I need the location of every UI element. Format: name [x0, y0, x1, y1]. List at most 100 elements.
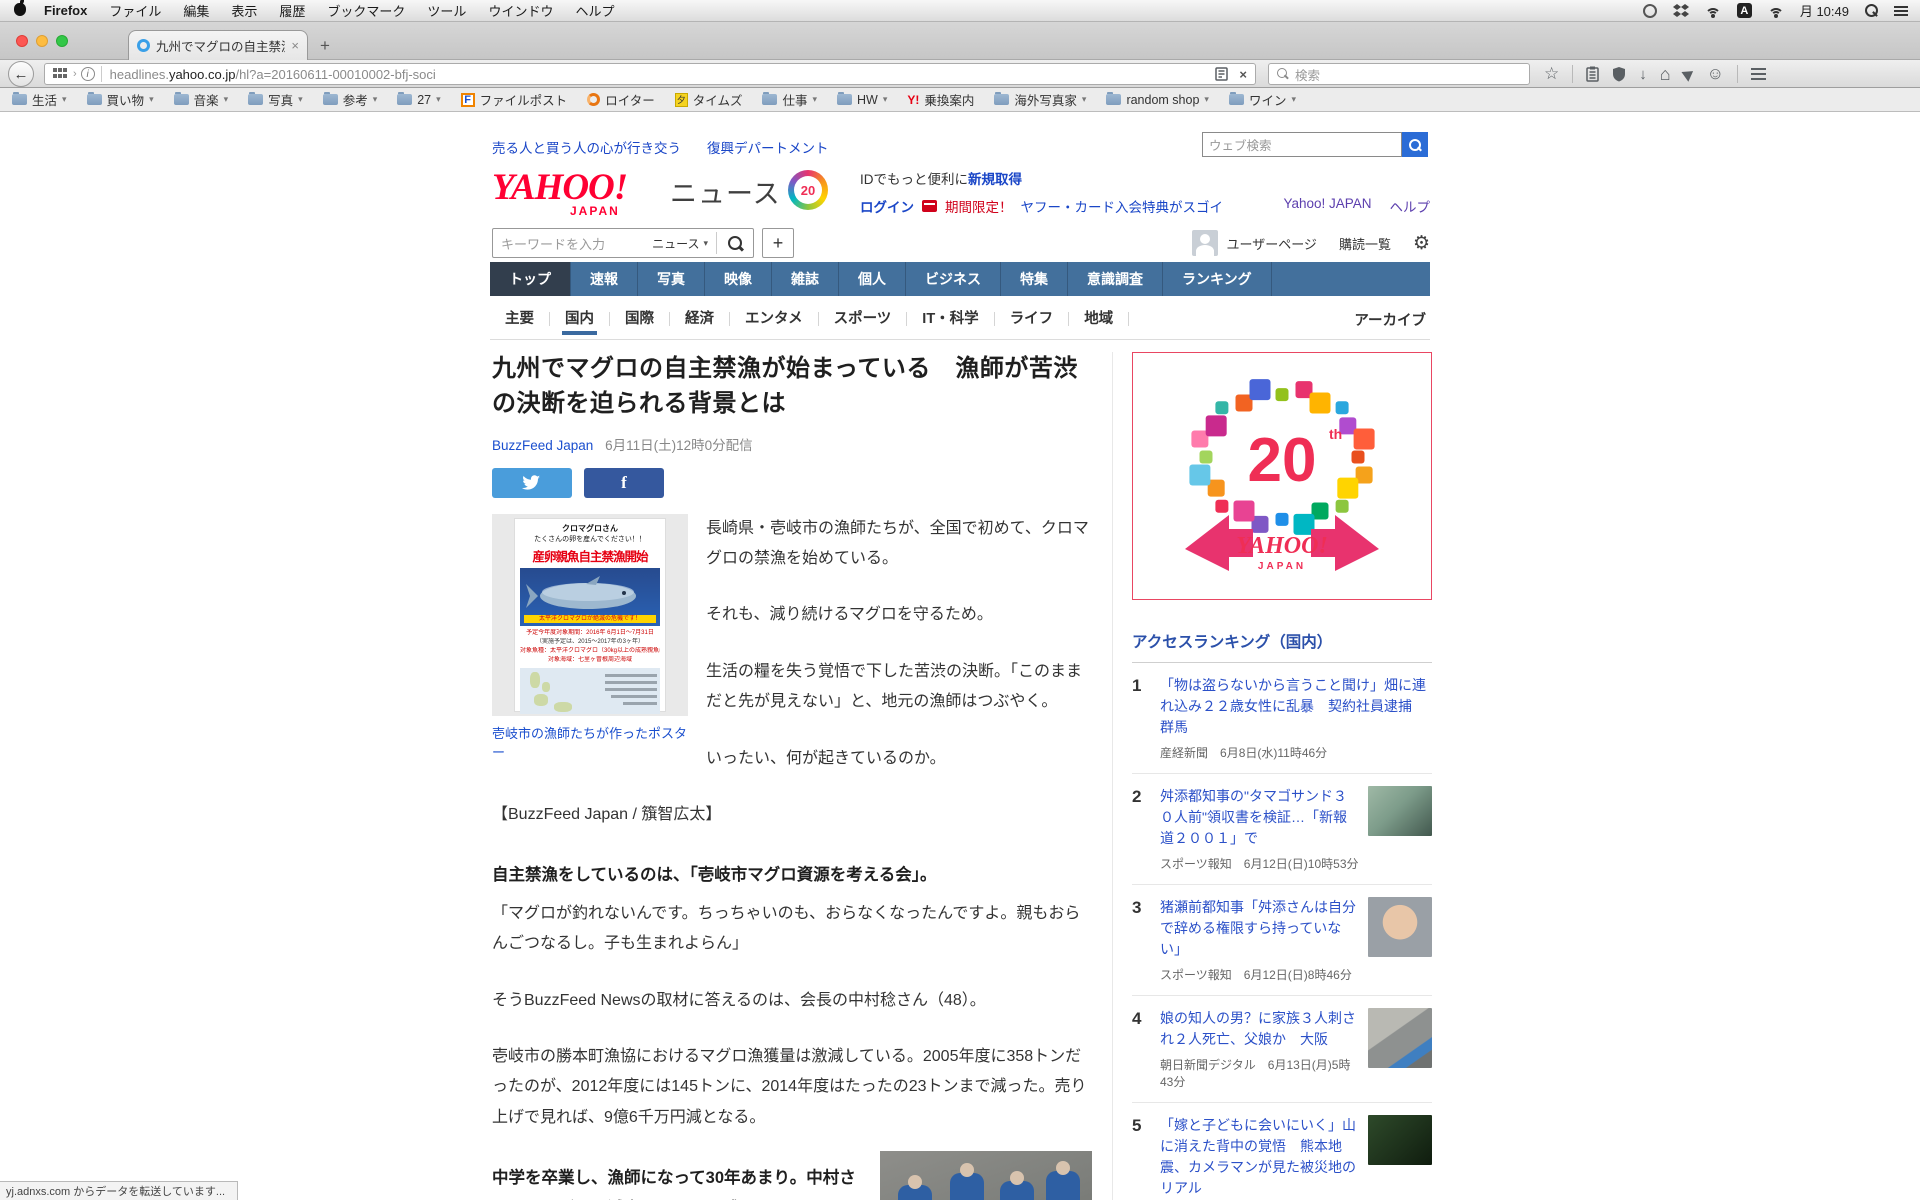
subnav-life[interactable]: ライフ — [995, 312, 1070, 327]
stop-button[interactable]: × — [1239, 67, 1247, 82]
bookmark-folder-ongaku[interactable]: 音楽▾ — [174, 90, 229, 109]
news-search-box[interactable]: キーワードを入力 ニュース ▾ — [492, 228, 754, 258]
feedback-smiley-icon[interactable]: ☺ — [1707, 64, 1724, 84]
subnav-chiiki[interactable]: 地域 — [1069, 312, 1129, 327]
yahoo-logo[interactable]: YAHOO! JAPAN — [492, 166, 627, 209]
nav-tab-photo[interactable]: 写真 — [638, 262, 705, 296]
back-button[interactable]: ← — [8, 61, 34, 87]
apple-menu-icon[interactable] — [14, 3, 26, 19]
add-search-tab-button[interactable]: + — [762, 228, 794, 258]
subscriptions-link[interactable]: 購読一覧 — [1339, 234, 1391, 253]
ranking-link[interactable]: 「物は盗らないから言うこと聞け」畑に連れ込み２２歳女性に乱暴 契約社員逮捕 群馬 — [1160, 675, 1432, 738]
nav-tab-sokuho[interactable]: 速報 — [571, 262, 638, 296]
close-window-button[interactable] — [16, 35, 28, 47]
category-select[interactable]: ニュース — [652, 235, 699, 252]
subnav-it[interactable]: IT・科学 — [907, 312, 994, 327]
promo-link-fukkou[interactable]: 復興デパートメント — [707, 137, 829, 157]
nav-tab-personal[interactable]: 個人 — [839, 262, 906, 296]
menu-firefox[interactable]: Firefox — [44, 3, 87, 18]
bookmark-reuters[interactable]: ロイター — [587, 90, 655, 109]
subnav-entame[interactable]: エンタメ — [730, 312, 819, 327]
nav-tab-tokushu[interactable]: 特集 — [1001, 262, 1068, 296]
ranking-item[interactable]: 3 猪瀬前都知事「舛添さんは自分で辞める権限すら持っていない」 スポーツ報知 6… — [1132, 885, 1432, 996]
shield-icon[interactable] — [1612, 66, 1626, 82]
menu-file[interactable]: ファイル — [109, 1, 161, 20]
20th-anniversary-badge[interactable]: 20 — [788, 170, 828, 210]
bookmark-folder-sanko[interactable]: 参考▾ — [323, 90, 378, 109]
input-method-icon[interactable]: A — [1737, 3, 1752, 18]
article-image[interactable]: クロマグロさん たくさんの卵を産んでください！！ 産卵親魚自主禁漁開始 太平洋ク… — [492, 514, 688, 716]
bookmark-filepost[interactable]: Fファイルポスト — [461, 90, 568, 109]
tab-close-icon[interactable]: × — [291, 38, 299, 53]
image-caption-link[interactable]: 壱岐市の漁師たちが作ったポスター — [492, 724, 688, 763]
downloads-icon[interactable]: ↓ — [1639, 66, 1647, 83]
bookmark-folder-seikatsu[interactable]: 生活▾ — [12, 90, 67, 109]
browser-search-field[interactable]: 検索 — [1268, 63, 1530, 85]
site-grid-icon[interactable] — [53, 67, 67, 81]
send-tab-icon[interactable] — [1681, 66, 1696, 82]
new-tab-button[interactable]: + — [320, 36, 330, 56]
menu-edit[interactable]: 編集 — [183, 1, 209, 20]
subnav-kokusai[interactable]: 国際 — [610, 312, 670, 327]
subnav-sports[interactable]: スポーツ — [819, 312, 908, 327]
bookmark-folder-shigoto[interactable]: 仕事▾ — [762, 90, 817, 109]
login-link[interactable]: ログイン — [860, 196, 914, 216]
bookmark-folder-wine[interactable]: ワイン▾ — [1229, 90, 1296, 109]
reader-mode-icon[interactable] — [1215, 67, 1231, 81]
nav-tab-video[interactable]: 映像 — [705, 262, 772, 296]
nav-tab-magazine[interactable]: 雑誌 — [772, 262, 839, 296]
yahoo-japan-link[interactable]: Yahoo! JAPAN — [1283, 196, 1371, 216]
signup-link[interactable]: 新規取得 — [968, 172, 1022, 187]
user-page-link[interactable]: ユーザーページ — [1192, 230, 1316, 256]
ranking-link[interactable]: 娘の知人の男？に家族３人刺され２人死亡、父娘か 大阪 — [1160, 1008, 1360, 1050]
bookmark-folder-randomshop[interactable]: random shop▾ — [1106, 93, 1209, 107]
subnav-shuyo[interactable]: 主要 — [490, 312, 550, 327]
article-source-link[interactable]: BuzzFeed Japan — [492, 438, 593, 453]
web-search-button[interactable] — [1402, 132, 1428, 157]
facebook-share-button[interactable]: f — [584, 468, 664, 498]
bookmark-folder-hw[interactable]: HW▾ — [837, 93, 887, 107]
subnav-kokunai[interactable]: 国内 — [550, 312, 610, 327]
menu-history[interactable]: 履歴 — [279, 1, 305, 20]
bookmark-star-icon[interactable]: ☆ — [1544, 64, 1559, 84]
news-search-button[interactable] — [717, 229, 753, 257]
nav-tab-ishiki[interactable]: 意識調査 — [1068, 262, 1163, 296]
wifi-icon[interactable] — [1768, 5, 1784, 17]
menu-view[interactable]: 表示 — [231, 1, 257, 20]
bookmark-times[interactable]: 夕タイムズ — [675, 90, 743, 109]
archive-link[interactable]: アーカイブ — [1354, 309, 1430, 330]
fish-market-image[interactable] — [880, 1151, 1092, 1200]
nav-tab-top[interactable]: トップ — [490, 262, 571, 296]
help-link[interactable]: ヘルプ — [1390, 196, 1431, 216]
menu-bookmarks[interactable]: ブックマーク — [327, 1, 405, 20]
ranking-item[interactable]: 1 「物は盗らないから言うこと聞け」畑に連れ込み２２歳女性に乱暴 契約社員逮捕 … — [1132, 663, 1432, 774]
twitter-share-button[interactable] — [492, 468, 572, 498]
spotlight-icon[interactable] — [1865, 4, 1878, 17]
yahoo-20th-ad-banner[interactable]: 20 th YAHOO! JAPAN — [1132, 352, 1432, 600]
web-search-input[interactable]: ウェブ検索 — [1202, 132, 1402, 157]
menu-window[interactable]: ウインドウ — [488, 1, 553, 20]
ranking-link[interactable]: 舛添都知事の"タマゴサンド３０人前"領収書を検証…「新報道２００１」で — [1160, 786, 1360, 849]
card-promo-link[interactable]: ヤフー・カード入会特典がスゴイ — [1021, 196, 1224, 216]
nav-tab-ranking[interactable]: ランキング — [1163, 262, 1272, 296]
menu-tools[interactable]: ツール — [427, 1, 466, 20]
zoom-window-button[interactable] — [56, 35, 68, 47]
home-icon[interactable]: ⌂ — [1660, 64, 1671, 85]
subnav-keizai[interactable]: 経済 — [670, 312, 730, 327]
bookmark-folder-photographers[interactable]: 海外写真家▾ — [994, 90, 1086, 109]
airdrop-icon[interactable] — [1705, 5, 1721, 17]
menu-help[interactable]: ヘルプ — [575, 1, 614, 20]
bookmark-folder-kaimono[interactable]: 買い物▾ — [87, 90, 154, 109]
ranking-link[interactable]: 「嫁と子どもに会いにいく」山に消えた背中の覚悟 熊本地震、カメラマンが見た被災地… — [1160, 1115, 1360, 1199]
menu-hamburger-icon[interactable] — [1751, 68, 1766, 81]
ranking-link[interactable]: 猪瀬前都知事「舛添さんは自分で辞める権限すら持っていない」 — [1160, 897, 1360, 960]
ranking-item[interactable]: 5 「嫁と子どもに会いにいく」山に消えた背中の覚悟 熊本地震、カメラマンが見た被… — [1132, 1103, 1432, 1200]
url-bar[interactable]: › i headlines. yahoo.co.jp /hl?a=2016061… — [44, 63, 1256, 85]
bookmark-folder-shashin[interactable]: 写真▾ — [248, 90, 303, 109]
pocket-list-icon[interactable] — [1586, 66, 1599, 82]
menubar-clock[interactable]: 月 10:49 — [1800, 1, 1849, 20]
bookmark-transit[interactable]: Y!乗換案内 — [907, 90, 974, 109]
creative-cloud-icon[interactable] — [1643, 4, 1657, 18]
notification-center-icon[interactable] — [1894, 6, 1908, 16]
gear-icon[interactable]: ⚙ — [1413, 232, 1430, 255]
